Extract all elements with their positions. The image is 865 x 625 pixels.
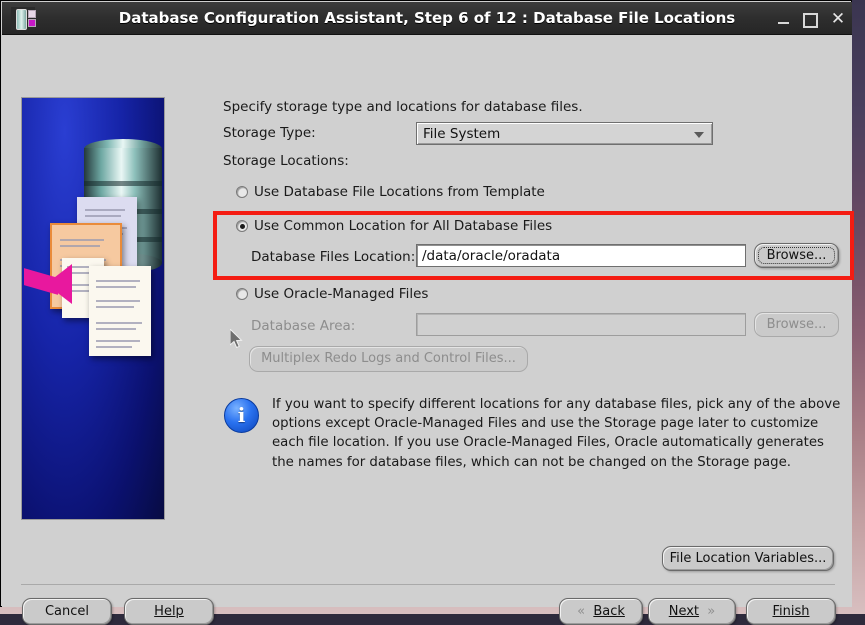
radio-indicator	[236, 220, 248, 232]
info-icon: i	[224, 398, 259, 433]
database-area-input[interactable]	[416, 313, 746, 336]
chevron-down-icon	[694, 132, 704, 138]
next-chevron-icon: »	[707, 604, 716, 619]
storage-type-select[interactable]: File System	[416, 122, 713, 145]
storage-locations-label: Storage Locations:	[223, 153, 349, 169]
database-area-label: Database Area:	[251, 318, 356, 334]
finish-button[interactable]: Finish	[746, 598, 836, 625]
storage-type-value: File System	[423, 126, 501, 142]
multiplex-label: Multiplex Redo Logs and Control Files...	[261, 351, 516, 366]
radio-label: Use Common Location for All Database Fil…	[254, 218, 553, 234]
cancel-button[interactable]: Cancel	[22, 598, 112, 625]
back-button[interactable]: « Back	[559, 598, 643, 625]
window-content: Specify storage type and locations for d…	[2, 35, 854, 625]
storage-form: Specify storage type and locations for d…	[2, 35, 854, 571]
minimize-icon[interactable]	[774, 10, 792, 28]
radio-indicator	[236, 288, 248, 300]
browse-label: Browse...	[766, 317, 827, 332]
storage-type-label: Storage Type:	[223, 125, 316, 141]
mouse-cursor	[230, 329, 243, 349]
database-files-location-input[interactable]: /data/oracle/oradata	[416, 244, 746, 267]
back-label: Back	[593, 604, 625, 619]
radio-label: Use Oracle-Managed Files	[254, 286, 429, 302]
focus-ring	[758, 247, 835, 264]
dbca-window: Database Configuration Assistant, Step 6…	[0, 0, 854, 625]
radio-indicator	[236, 186, 248, 198]
browse-database-files-button[interactable]: Browse...	[754, 243, 839, 268]
page-instruction: Specify storage type and locations for d…	[223, 99, 583, 115]
radio-label: Use Database File Locations from Templat…	[254, 184, 545, 200]
file-location-variables-button[interactable]: File Location Variables...	[662, 546, 834, 571]
database-files-location-label: Database Files Location:	[251, 249, 416, 265]
title-bar[interactable]: Database Configuration Assistant, Step 6…	[2, 2, 852, 35]
info-panel: i If you want to specify different locat…	[224, 395, 844, 470]
cancel-label: Cancel	[44, 604, 90, 619]
back-chevron-icon: «	[577, 604, 586, 619]
database-files-location-value: /data/oracle/oradata	[422, 248, 561, 264]
finish-label: Finish	[772, 604, 810, 619]
footer-divider	[21, 584, 835, 585]
maximize-icon[interactable]	[801, 10, 819, 28]
next-label: Next	[668, 604, 700, 619]
help-button[interactable]: Help	[124, 598, 214, 625]
help-label: Help	[154, 604, 184, 619]
multiplex-redo-logs-button[interactable]: Multiplex Redo Logs and Control Files...	[249, 346, 528, 372]
close-icon[interactable]: ✕	[829, 10, 847, 28]
database-app-icon	[11, 7, 36, 30]
browse-database-area-button[interactable]: Browse...	[754, 312, 839, 337]
next-button[interactable]: Next »	[648, 598, 736, 625]
info-text: If you want to specify different locatio…	[272, 397, 841, 470]
file-location-variables-label: File Location Variables...	[669, 551, 827, 566]
window-title: Database Configuration Assistant, Step 6…	[118, 9, 736, 27]
